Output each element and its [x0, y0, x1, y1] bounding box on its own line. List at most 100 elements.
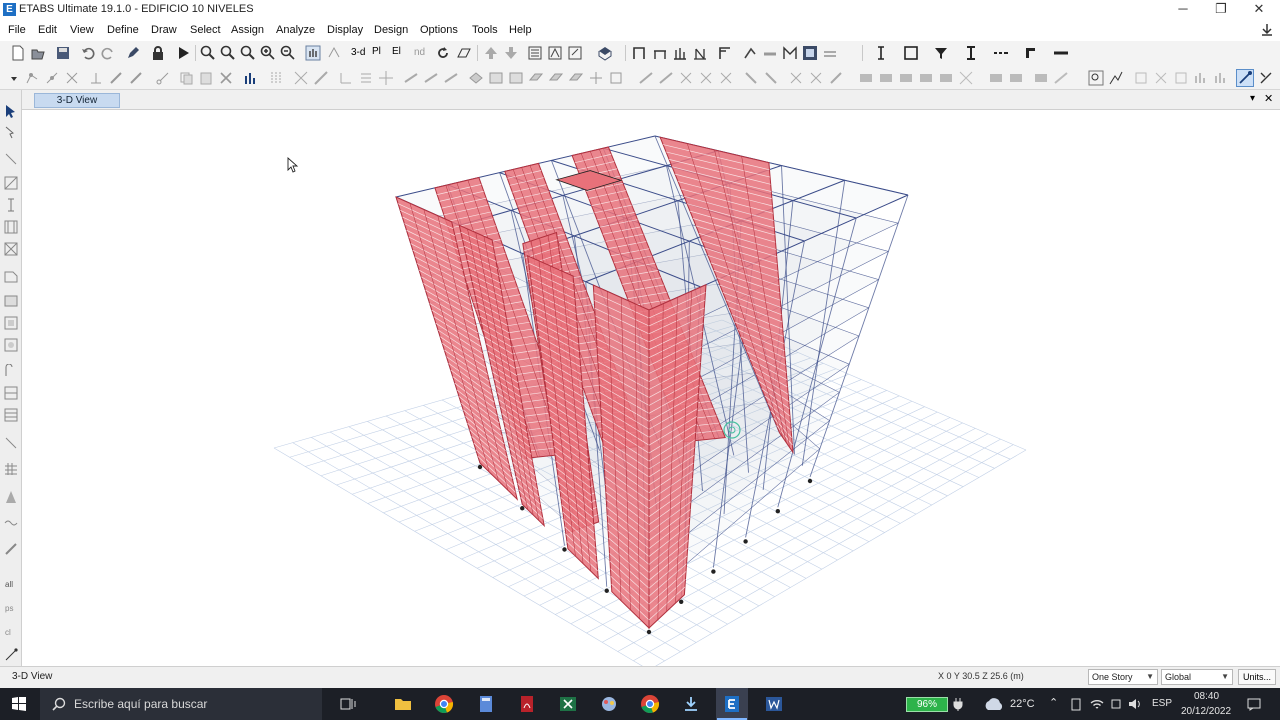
draw-frame-icon[interactable]	[631, 45, 647, 61]
draw-rect-floor-icon[interactable]	[4, 294, 18, 308]
draw-link-icon[interactable]	[742, 45, 758, 61]
draw-column-icon[interactable]	[672, 45, 688, 61]
chrome-profile-icon[interactable]	[640, 694, 660, 714]
intersection-snap-icon[interactable]	[64, 70, 80, 86]
paint-3d-icon[interactable]	[599, 694, 619, 714]
calculator-icon[interactable]	[476, 694, 496, 714]
chrome-icon[interactable]	[434, 694, 454, 714]
toolbar-dropdown-icon[interactable]	[6, 70, 22, 86]
paste-icon[interactable]	[198, 70, 214, 86]
assign-pier-icon[interactable]	[763, 70, 779, 86]
draw-rect-slab-icon[interactable]	[488, 70, 504, 86]
pan-icon[interactable]	[305, 45, 321, 61]
assign-spandrel-icon[interactable]	[788, 70, 804, 86]
notifications-icon[interactable]	[1247, 697, 1261, 711]
file-explorer-icon[interactable]	[393, 694, 413, 714]
show-forces-icon[interactable]	[597, 45, 613, 61]
assign-stiffness-icon[interactable]	[828, 70, 844, 86]
draw-deck-icon[interactable]	[528, 70, 544, 86]
section-cut-icon[interactable]	[1108, 70, 1124, 86]
show-shell-loads-icon[interactable]	[898, 70, 914, 86]
usb-device-icon[interactable]	[1070, 698, 1082, 711]
set-display-options-icon[interactable]	[527, 45, 543, 61]
menu-help[interactable]: Help	[509, 24, 532, 36]
view-3d-button[interactable]: 3-d	[351, 47, 365, 63]
pdf-reader-icon[interactable]	[517, 694, 537, 714]
menu-draw[interactable]: Draw	[151, 24, 177, 36]
section-designer-icon[interactable]	[903, 45, 919, 61]
assign-releases-icon[interactable]	[638, 70, 654, 86]
draw-floor-icon[interactable]	[4, 270, 18, 284]
assign-diaphragm-icon[interactable]	[743, 70, 759, 86]
text-cursor-icon[interactable]	[873, 45, 889, 61]
assign-area-load-icon[interactable]	[698, 70, 714, 86]
select-by-line-icon[interactable]	[293, 70, 309, 86]
draw-column-tool-icon[interactable]	[4, 198, 18, 212]
assign-restraint-icon[interactable]	[718, 70, 734, 86]
edit-pencil-icon[interactable]	[125, 45, 141, 61]
perpendicular-snap-icon[interactable]	[88, 70, 104, 86]
undo-icon[interactable]	[80, 45, 96, 61]
assign-frame-section-icon[interactable]	[678, 70, 694, 86]
copy-properties-icon[interactable]	[1023, 45, 1039, 61]
run-analysis-icon[interactable]	[175, 45, 191, 61]
clock-time[interactable]: 08:40	[1194, 691, 1219, 702]
coordinate-system-select[interactable]: Global ▼	[1161, 669, 1233, 685]
weather-cloud-icon[interactable]	[982, 696, 1006, 712]
draw-beam-icon[interactable]	[652, 45, 668, 61]
battery-indicator[interactable]: 96%	[906, 697, 948, 712]
draw-slab-icon[interactable]	[468, 70, 484, 86]
input-language[interactable]: ESP	[1152, 698, 1172, 709]
chevron-up-icon[interactable]: ⌃	[1049, 696, 1058, 709]
menu-assign[interactable]: Assign	[231, 24, 264, 36]
units-button[interactable]: Units...	[1238, 669, 1276, 685]
midpoint-snap-icon[interactable]	[44, 70, 60, 86]
etabs-taskbar-icon[interactable]	[722, 694, 742, 714]
select-arrow-icon[interactable]	[4, 104, 18, 118]
divide-frames-icon[interactable]	[403, 70, 419, 86]
draw-brace-icon[interactable]	[692, 45, 708, 61]
design-steel-icon[interactable]	[988, 70, 1004, 86]
snap-to-points-icon[interactable]	[4, 648, 18, 662]
design-composite-icon[interactable]	[1033, 70, 1049, 86]
design-concrete-icon[interactable]	[1008, 70, 1024, 86]
draw-grid-icon[interactable]	[4, 462, 18, 476]
network-icon[interactable]	[1110, 698, 1122, 710]
minimize-button[interactable]: ─	[1164, 0, 1202, 20]
show-reactions-icon[interactable]	[918, 70, 934, 86]
menu-select[interactable]: Select	[190, 24, 221, 36]
show-undeformed-icon[interactable]	[547, 45, 563, 61]
invert-selection-icon[interactable]	[1213, 70, 1229, 86]
delete-icon[interactable]	[218, 70, 234, 86]
menu-edit[interactable]: Edit	[38, 24, 57, 36]
zoom-out-icon[interactable]	[280, 45, 296, 61]
elevation-view-button[interactable]: El	[392, 46, 401, 62]
draw-rebar-icon[interactable]	[782, 45, 798, 61]
zoom-in-icon[interactable]	[260, 45, 276, 61]
zoom-window-icon[interactable]	[200, 45, 216, 61]
new-model-icon[interactable]	[10, 45, 26, 61]
draw-wall-icon[interactable]	[717, 45, 733, 61]
zoom-rubber-icon[interactable]	[240, 45, 256, 61]
joint-snap-icon[interactable]	[24, 70, 40, 86]
select-all-tool-icon[interactable]: all	[4, 576, 18, 590]
menu-define[interactable]: Define	[107, 24, 139, 36]
perspective-toggle-icon[interactable]	[456, 45, 472, 61]
close-button[interactable]: ✕	[1240, 0, 1278, 20]
menu-tools[interactable]: Tools	[472, 24, 498, 36]
installer-icon[interactable]	[681, 694, 701, 714]
copy-icon[interactable]	[178, 70, 194, 86]
building-3d-model[interactable]	[22, 110, 1280, 666]
menu-analyze[interactable]: Analyze	[276, 24, 315, 36]
draw-section-cut-tool-icon[interactable]	[4, 542, 18, 556]
model-3d-canvas[interactable]	[22, 110, 1280, 666]
menu-options[interactable]: Options	[420, 24, 458, 36]
wifi-icon[interactable]	[1090, 698, 1104, 710]
grid-lines-icon[interactable]	[268, 70, 284, 86]
menu-file[interactable]: File	[8, 24, 26, 36]
weather-temperature[interactable]: 22°C	[1010, 698, 1035, 710]
fine-grid-snap-icon[interactable]	[128, 70, 144, 86]
assign-frame-load-icon[interactable]	[658, 70, 674, 86]
snap-options-icon[interactable]	[1258, 70, 1274, 86]
draw-opening-icon[interactable]	[568, 70, 584, 86]
